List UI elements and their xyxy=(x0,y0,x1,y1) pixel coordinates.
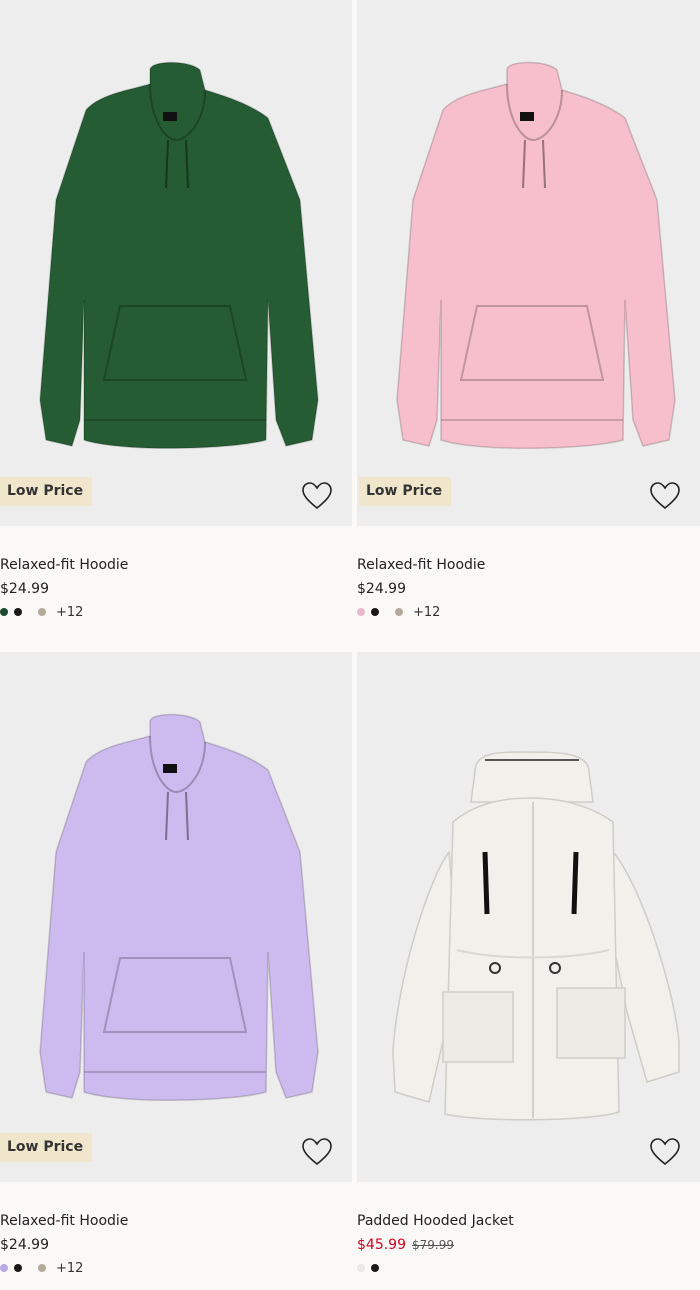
color-swatch[interactable] xyxy=(14,1264,22,1272)
product-card[interactable]: Low Price Relaxed-fit Hoodie $24.99 +12 xyxy=(357,0,700,620)
product-image[interactable]: Low Price xyxy=(0,0,352,526)
product-info: Relaxed-fit Hoodie $24.99 +12 xyxy=(357,526,700,620)
heart-icon[interactable] xyxy=(650,1138,680,1166)
low-price-badge: Low Price xyxy=(359,477,452,506)
color-swatch[interactable] xyxy=(357,1264,365,1272)
color-swatch[interactable] xyxy=(0,1264,8,1272)
heart-icon[interactable] xyxy=(302,1138,332,1166)
padded-jacket-drawing xyxy=(392,751,680,1121)
heart-icon[interactable] xyxy=(302,482,332,510)
original-price: $79.99 xyxy=(412,1238,454,1252)
product-info: Relaxed-fit Hoodie $24.99 +12 xyxy=(0,1182,352,1276)
product-image[interactable]: Low Price xyxy=(357,0,700,526)
product-name[interactable]: Relaxed-fit Hoodie xyxy=(0,556,352,574)
more-colors-count[interactable]: +12 xyxy=(56,1261,83,1276)
color-swatches: +12 xyxy=(357,604,700,620)
jacket-image xyxy=(392,751,680,1121)
product-image[interactable] xyxy=(357,652,700,1182)
product-image[interactable]: Low Price xyxy=(0,652,352,1182)
product-info: Padded Hooded Jacket $45.99 $79.99 xyxy=(357,1182,700,1276)
product-card[interactable]: Padded Hooded Jacket $45.99 $79.99 xyxy=(357,652,700,1276)
product-name[interactable]: Relaxed-fit Hoodie xyxy=(0,1212,352,1230)
product-price: $24.99 xyxy=(357,581,406,597)
color-swatch[interactable] xyxy=(357,608,365,616)
hoodie-drawing xyxy=(396,61,676,449)
product-info: Relaxed-fit Hoodie $24.99 +12 xyxy=(0,526,352,620)
color-swatch[interactable] xyxy=(395,608,403,616)
low-price-badge: Low Price xyxy=(0,477,93,506)
more-colors-count[interactable]: +12 xyxy=(56,605,83,620)
low-price-badge: Low Price xyxy=(0,1133,93,1162)
product-card[interactable]: Low Price Relaxed-fit Hoodie $24.99 +12 xyxy=(0,0,352,620)
color-swatch[interactable] xyxy=(38,1264,46,1272)
color-swatch[interactable] xyxy=(371,1264,379,1272)
color-swatches xyxy=(357,1260,700,1276)
product-card[interactable]: Low Price Relaxed-fit Hoodie $24.99 +12 xyxy=(0,652,352,1276)
product-price: $24.99 xyxy=(0,581,49,597)
color-swatch[interactable] xyxy=(0,608,8,616)
heart-icon[interactable] xyxy=(650,482,680,510)
hoodie-image xyxy=(39,61,319,449)
hoodie-image xyxy=(396,61,676,449)
color-swatch[interactable] xyxy=(371,608,379,616)
color-swatch[interactable] xyxy=(14,608,22,616)
color-swatches: +12 xyxy=(0,604,352,620)
hoodie-image xyxy=(39,713,319,1101)
product-name[interactable]: Relaxed-fit Hoodie xyxy=(357,556,700,574)
hoodie-drawing xyxy=(39,61,319,449)
more-colors-count[interactable]: +12 xyxy=(413,605,440,620)
sale-price: $45.99 xyxy=(357,1237,406,1253)
color-swatch[interactable] xyxy=(38,608,46,616)
product-grid: Low Price Relaxed-fit Hoodie $24.99 +12 … xyxy=(0,0,700,1290)
product-price: $24.99 xyxy=(0,1237,49,1253)
hoodie-drawing xyxy=(39,713,319,1101)
product-name[interactable]: Padded Hooded Jacket xyxy=(357,1212,700,1230)
color-swatches: +12 xyxy=(0,1260,352,1276)
product-price: $45.99 $79.99 xyxy=(357,1236,700,1254)
